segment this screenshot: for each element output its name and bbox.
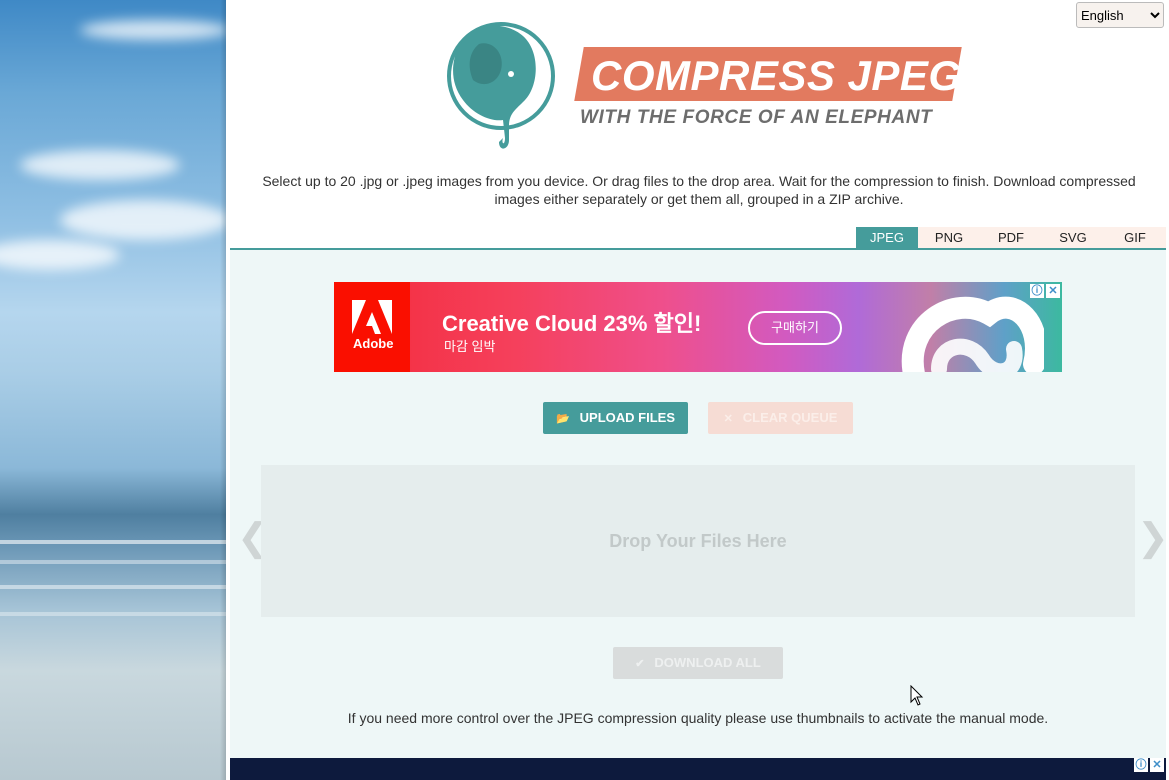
download-all-label: DOWNLOAD ALL	[654, 655, 761, 670]
ad-info-icon[interactable]: ⓘ	[1030, 284, 1044, 298]
next-arrow-icon[interactable]: ❯	[1137, 518, 1169, 558]
tab-jpeg[interactable]: JPEG	[856, 227, 918, 249]
check-icon: ✔	[635, 658, 645, 670]
mouse-cursor-icon	[910, 685, 924, 706]
close-icon: ✕	[723, 413, 733, 425]
folder-open-icon: 📂	[555, 413, 570, 425]
tab-svg[interactable]: SVG	[1042, 227, 1104, 249]
bottom-ad-close-icon[interactable]: ✕	[1150, 758, 1164, 772]
clear-queue-label: CLEAR QUEUE	[742, 410, 838, 425]
ad-buy-button[interactable]: 구매하기	[748, 311, 842, 345]
adobe-logo: Adobe	[334, 282, 410, 372]
download-all-button[interactable]: ✔ DOWNLOAD ALL	[613, 647, 783, 679]
site-logo[interactable]: COMPRESS JPEG WITH THE FORCE OF AN ELEPH…	[443, 10, 963, 155]
advertisement-banner[interactable]: Adobe Creative Cloud 23% 할인! 마감 임박 구매하기 …	[334, 282, 1062, 372]
drop-zone-label: Drop Your Files Here	[609, 531, 787, 551]
intro-text: Select up to 20 .jpg or .jpeg images fro…	[262, 173, 1136, 207]
manual-mode-note: If you need more control over the JPEG c…	[347, 710, 1049, 726]
ad-close-icon[interactable]: ✕	[1046, 284, 1060, 298]
file-drop-zone[interactable]: Drop Your Files Here	[261, 465, 1135, 617]
page-container: English COMPRESS JPEG WITH THE FORCE OF …	[230, 0, 1169, 780]
elephant-icon	[447, 22, 555, 149]
upload-files-label: UPLOAD FILES	[579, 410, 676, 425]
ad-title: Creative Cloud 23% 할인!	[442, 311, 702, 336]
ad-subtitle: 마감 임박	[444, 339, 496, 354]
tab-gif[interactable]: GIF	[1104, 227, 1166, 249]
background-beach-image	[0, 0, 226, 780]
bottom-ad-info-icon[interactable]: ⓘ	[1134, 758, 1148, 772]
bottom-advertisement[interactable]: ⓘ ✕	[230, 758, 1166, 780]
adobe-icon	[352, 300, 392, 334]
creative-cloud-icon	[901, 296, 1044, 372]
compressor-area: Adobe Creative Cloud 23% 할인! 마감 임박 구매하기 …	[230, 250, 1169, 758]
format-tabs: JPEG PNG PDF SVG GIF	[856, 227, 1166, 249]
logo-title: COMPRESS JPEG	[591, 52, 962, 99]
tab-pdf[interactable]: PDF	[980, 227, 1042, 249]
ad-brand-label: Adobe	[353, 336, 394, 351]
tab-png[interactable]: PNG	[918, 227, 980, 249]
logo-tagline: WITH THE FORCE OF AN ELEPHANT	[580, 107, 933, 128]
upload-files-button[interactable]: 📂 UPLOAD FILES	[543, 402, 688, 434]
clear-queue-button[interactable]: ✕ CLEAR QUEUE	[708, 402, 853, 434]
language-select[interactable]: English	[1076, 2, 1164, 28]
